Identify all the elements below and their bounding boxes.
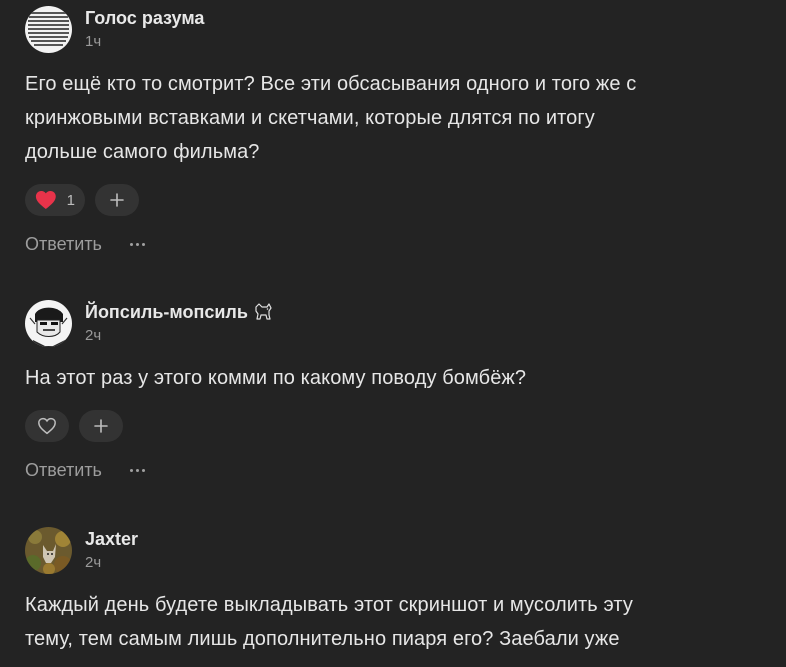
comment-text-line: Его ещё кто то смотрит? Все эти обсасыва… xyxy=(25,73,637,95)
author-name[interactable]: Йопсиль-мопсиль xyxy=(85,300,274,324)
comment-time[interactable]: 1ч xyxy=(85,32,204,52)
plus-icon xyxy=(94,419,108,433)
reactions xyxy=(25,410,765,442)
reactions: 1 xyxy=(25,184,765,216)
add-reaction-button[interactable] xyxy=(95,184,139,216)
avatar[interactable] xyxy=(25,527,72,574)
comment-text-line: На этот раз у этого комми по какому пово… xyxy=(25,367,527,389)
more-dots-icon[interactable] xyxy=(129,468,145,472)
plus-icon xyxy=(110,193,124,207)
reply-button[interactable]: Ответить xyxy=(25,234,102,255)
comments-feed: Голос разума 1ч Его ещё кто то смотрит? … xyxy=(0,0,786,667)
comment-time[interactable]: 2ч xyxy=(85,553,138,573)
author-name[interactable]: Jaxter xyxy=(85,527,138,551)
more-dots-icon[interactable] xyxy=(129,242,145,246)
author-name[interactable]: Голос разума xyxy=(85,6,204,30)
comment-text: Его ещё кто то смотрит? Все эти обсасыва… xyxy=(25,67,765,169)
avatar[interactable] xyxy=(25,6,72,53)
like-button[interactable]: 1 xyxy=(25,184,85,216)
comment-text: Каждый день будете выкладывать этот скри… xyxy=(25,588,765,656)
like-button[interactable] xyxy=(25,410,69,442)
comment-text: На этот раз у этого комми по какому пово… xyxy=(25,361,765,395)
like-count: 1 xyxy=(66,191,75,209)
comment: Голос разума 1ч Его ещё кто то смотрит? … xyxy=(25,6,765,256)
dog-emoji-icon xyxy=(255,303,272,320)
comment-text-line: тему, тем самым лишь дополнительно пиаря… xyxy=(25,628,620,650)
comment-header: Jaxter 2ч xyxy=(25,527,765,574)
comment-time[interactable]: 2ч xyxy=(85,326,274,346)
comment-actions: Ответить xyxy=(25,232,765,256)
author-name-text[interactable]: Йопсиль-мопсиль xyxy=(85,300,248,324)
comment-text-line: дольше самого фильма? xyxy=(25,141,260,163)
comment-actions: Ответить xyxy=(25,458,765,482)
comment-header: Голос разума 1ч xyxy=(25,6,765,53)
comment-text-line: кринжовыми вставками и скетчами, которые… xyxy=(25,107,595,129)
comment: Йопсиль-мопсиль 2ч На этот раз у этого к… xyxy=(25,300,765,482)
heart-icon xyxy=(35,190,56,210)
comment-text-line: Каждый день будете выкладывать этот скри… xyxy=(25,594,633,616)
add-reaction-button[interactable] xyxy=(79,410,123,442)
heart-icon xyxy=(38,417,56,435)
comment-header: Йопсиль-мопсиль 2ч xyxy=(25,300,765,347)
reply-button[interactable]: Ответить xyxy=(25,460,102,481)
avatar[interactable] xyxy=(25,300,72,347)
comment: Jaxter 2ч Каждый день будете выкладывать… xyxy=(25,527,765,656)
